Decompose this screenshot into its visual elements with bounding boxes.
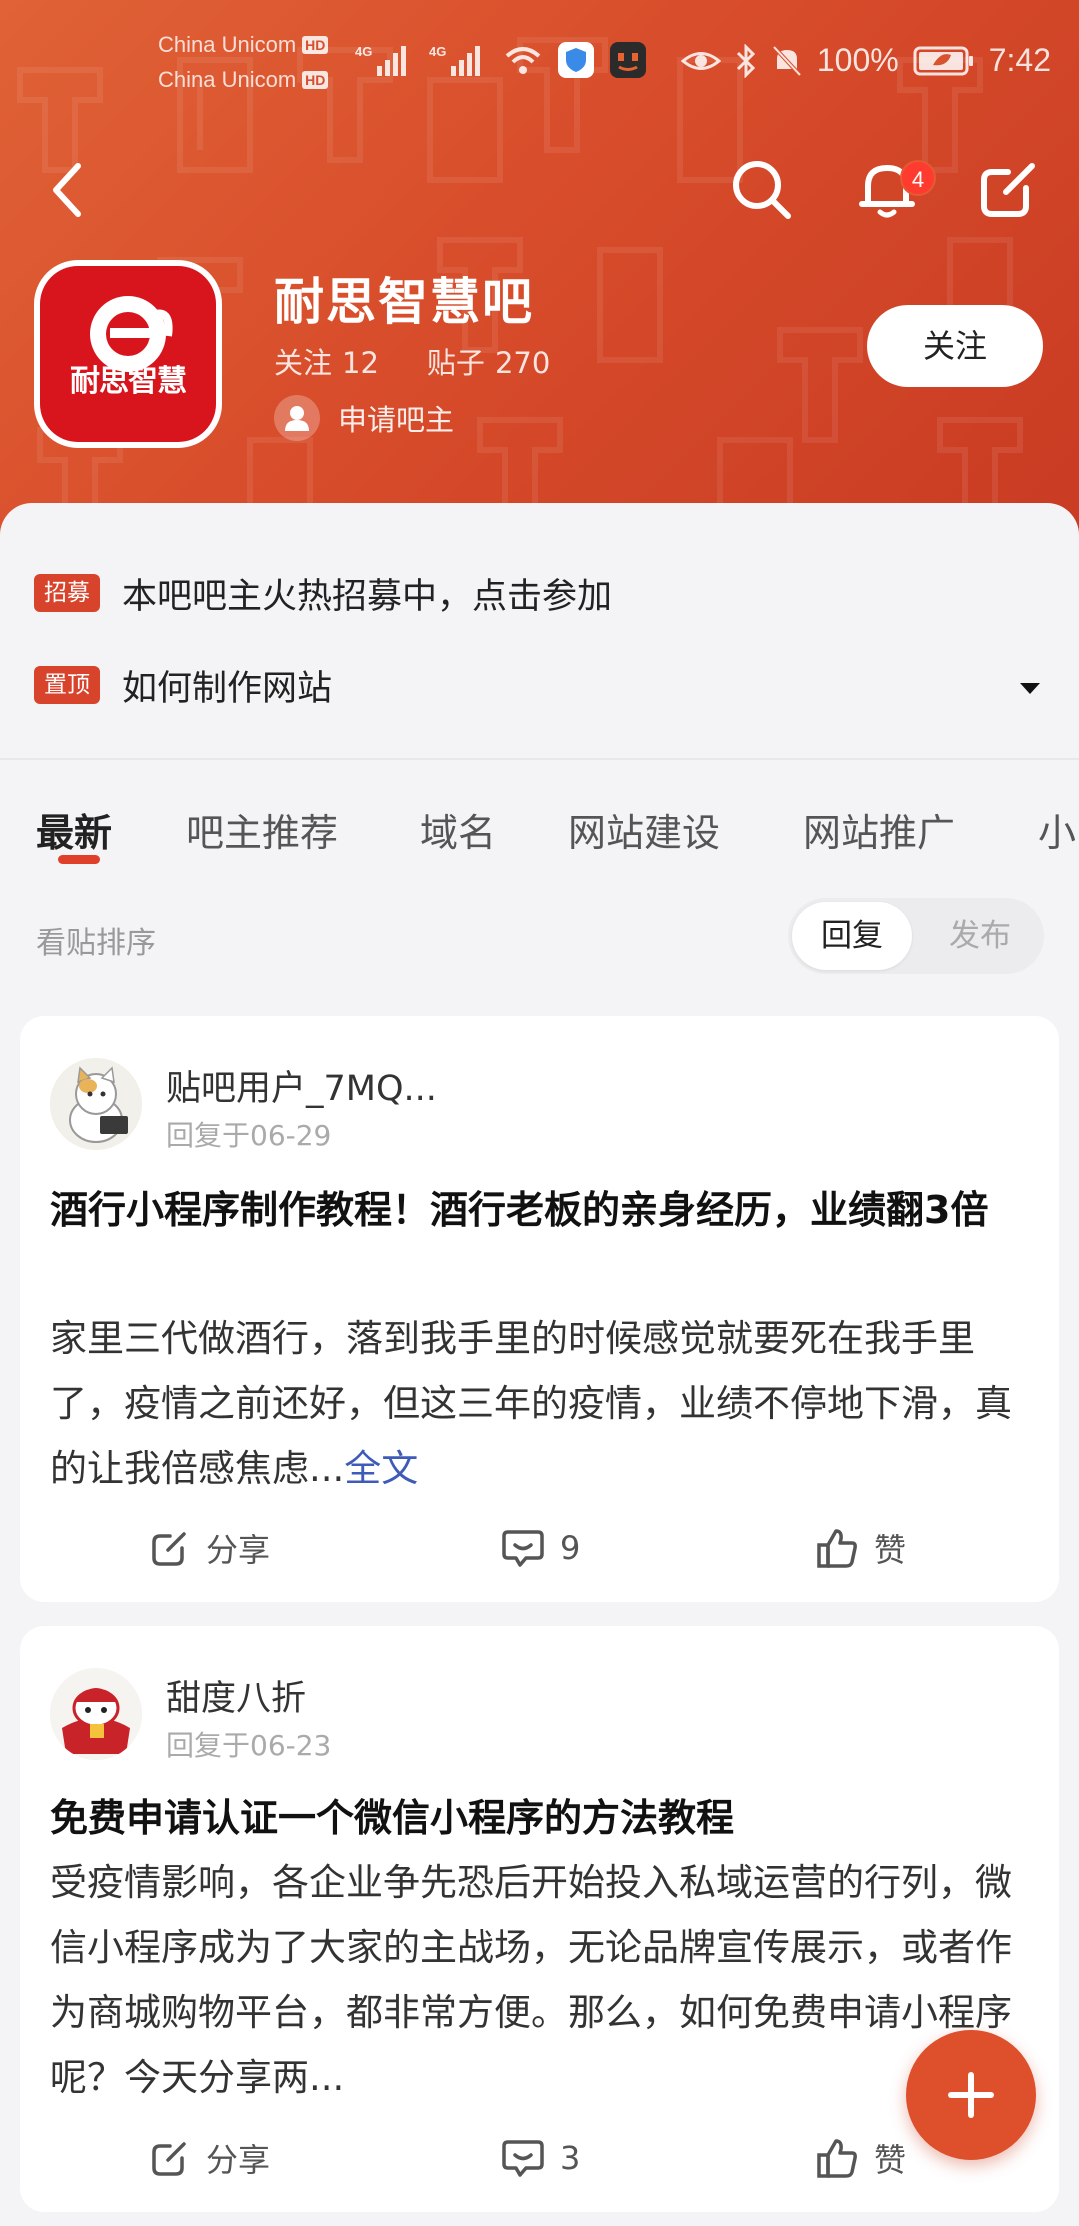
forum-page: China Unicom HD China Unicom HD 4G 4G 10… (0, 0, 1079, 2226)
post-author[interactable]: 贴吧用户_7MQ... (166, 1060, 437, 1111)
sort-by-reply[interactable]: 回复 (792, 902, 912, 970)
comment-count: 9 (560, 1529, 581, 1567)
comment-icon (502, 2140, 544, 2177)
share-icon (152, 2142, 186, 2176)
post-reply-time: 回复于06-23 (166, 1729, 332, 1762)
share-label: 分享 (206, 2141, 271, 2179)
tab-website-building[interactable]: 网站建设 (568, 802, 720, 857)
post-body[interactable]: 受疫情影响，各企业争先恐后开始投入私域运营的行列，微信小程序成为了大家的主战场，… (50, 1850, 1035, 2110)
pinned-text: 本吧吧主火热招募中，点击参加 (122, 576, 613, 617)
avatar[interactable] (50, 1058, 142, 1150)
forum-logo[interactable]: 耐思智慧 (34, 260, 222, 448)
share-label: 分享 (206, 1531, 271, 1569)
forum-stats: 关注 12 贴子 270 (274, 340, 560, 382)
post-title[interactable]: 免费申请认证一个微信小程序的方法教程 (50, 1786, 1035, 1850)
post-card[interactable]: 贴吧用户_7MQ... 回复于06-29 酒行小程序制作教程！酒行老板的亲身经历… (20, 1016, 1059, 1602)
thumbs-up-icon (817, 2139, 857, 2178)
category-tabs: 最新 吧主推荐 域名 网站建设 网站推广 小 (0, 790, 1079, 880)
sort-by-publish[interactable]: 发布 (920, 902, 1040, 970)
back-arrow-icon[interactable] (44, 160, 88, 220)
avatar[interactable] (50, 1668, 142, 1760)
pinned-text: 如何制作网站 (122, 668, 333, 709)
signal-1-icon: 4G (355, 44, 406, 76)
like-button[interactable]: 赞 (816, 2128, 906, 2188)
follow-count: 12 (342, 346, 379, 380)
tab-latest[interactable]: 最新 (36, 802, 112, 857)
divider (0, 758, 1079, 760)
top-nav: 4 (0, 150, 1079, 230)
post-body-text: 家里三代做酒行，落到我手里的时候感觉就要死在我手里了，疫情之前还好，但这三年的疫… (50, 1317, 1012, 1490)
share-icon (152, 1532, 186, 1566)
tab-domain[interactable]: 域名 (420, 802, 496, 857)
share-button[interactable]: 分享 (150, 1518, 270, 1578)
post-reply-time: 回复于06-29 (166, 1119, 332, 1152)
comment-icon (502, 1530, 544, 1567)
clock: 7:42 (988, 42, 1051, 78)
mute-bell-icon (772, 45, 802, 76)
like-label: 赞 (874, 2141, 907, 2179)
follow-label: 关注 (274, 346, 333, 380)
share-button[interactable]: 分享 (150, 2128, 270, 2188)
tab-owner-recommend[interactable]: 吧主推荐 (186, 802, 338, 857)
pinned-item-top[interactable]: 置顶 如何制作网站 (34, 660, 332, 710)
compose-icon[interactable] (976, 156, 1042, 222)
wifi-icon (505, 47, 541, 74)
posts-label: 贴子 (426, 346, 485, 380)
pinned-item-recruit[interactable]: 招募 本吧吧主火热招募中，点击参加 (34, 568, 612, 618)
notification-badge: 4 (900, 160, 936, 196)
user-placeholder-icon (274, 395, 320, 441)
pinned-section (0, 503, 1079, 758)
like-button[interactable]: 赞 (816, 1518, 906, 1578)
status-icons-left: 4G 4G (355, 40, 647, 80)
posts-count: 270 (494, 346, 551, 380)
sort-label: 看贴排序 (36, 926, 156, 961)
top-tag: 置顶 (34, 666, 100, 704)
post-body[interactable]: 家里三代做酒行，落到我手里的时候感觉就要死在我手里了，疫情之前还好，但这三年的疫… (50, 1306, 1035, 1501)
svg-text:4G: 4G (355, 44, 372, 59)
battery-icon (913, 46, 973, 75)
forum-header: China Unicom HD China Unicom HD 4G 4G 10… (0, 0, 1079, 540)
apply-owner-link[interactable]: 申请吧主 (274, 394, 454, 442)
battery-percent: 100% (816, 42, 899, 78)
app-notification-icon (610, 42, 646, 78)
active-tab-indicator (58, 855, 100, 864)
recruit-tag: 招募 (34, 574, 100, 612)
thumbs-up-icon (817, 1529, 857, 1568)
eye-icon (680, 51, 721, 70)
read-more-link[interactable]: 全文 (344, 1447, 418, 1490)
search-icon[interactable] (728, 156, 794, 222)
expand-caret-icon[interactable] (1018, 680, 1042, 696)
shield-app-icon (558, 42, 594, 78)
post-actions: 分享 3 赞 (20, 2128, 1059, 2188)
cartoon-avatar-icon (50, 1668, 142, 1760)
tab-more[interactable]: 小 (1038, 802, 1076, 857)
svg-text:4G: 4G (429, 44, 446, 59)
tab-website-promotion[interactable]: 网站推广 (803, 802, 955, 857)
status-icons-right: 100% 7:42 (680, 42, 1051, 79)
logo-text: 耐思智慧 (70, 364, 187, 399)
follow-button[interactable]: 关注 (867, 305, 1043, 387)
status-bar: China Unicom HD China Unicom HD 4G 4G 10… (0, 0, 1079, 120)
cat-avatar-icon (50, 1058, 142, 1150)
post-actions: 分享 9 赞 (20, 1518, 1059, 1578)
like-label: 赞 (874, 1531, 907, 1569)
carrier-2: China Unicom HD (158, 67, 329, 93)
signal-2-icon: 4G (429, 44, 480, 76)
comment-button[interactable]: 9 (502, 1518, 580, 1578)
bluetooth-icon (736, 43, 755, 78)
carrier-1: China Unicom HD (158, 32, 329, 58)
sort-toggle: 回复 发布 (788, 898, 1044, 974)
post-author[interactable]: 甜度八折 (166, 1670, 306, 1721)
apply-owner-label: 申请吧主 (338, 403, 455, 437)
new-post-fab[interactable] (906, 2030, 1036, 2160)
comment-button[interactable]: 3 (502, 2128, 580, 2188)
post-title[interactable]: 酒行小程序制作教程！酒行老板的亲身经历，业绩翻3倍 (50, 1178, 1035, 1242)
forum-name: 耐思智慧吧 (274, 273, 534, 331)
post-card[interactable]: 甜度八折 回复于06-23 免费申请认证一个微信小程序的方法教程 受疫情影响，各… (20, 1626, 1059, 2212)
comment-count: 3 (560, 2139, 581, 2177)
